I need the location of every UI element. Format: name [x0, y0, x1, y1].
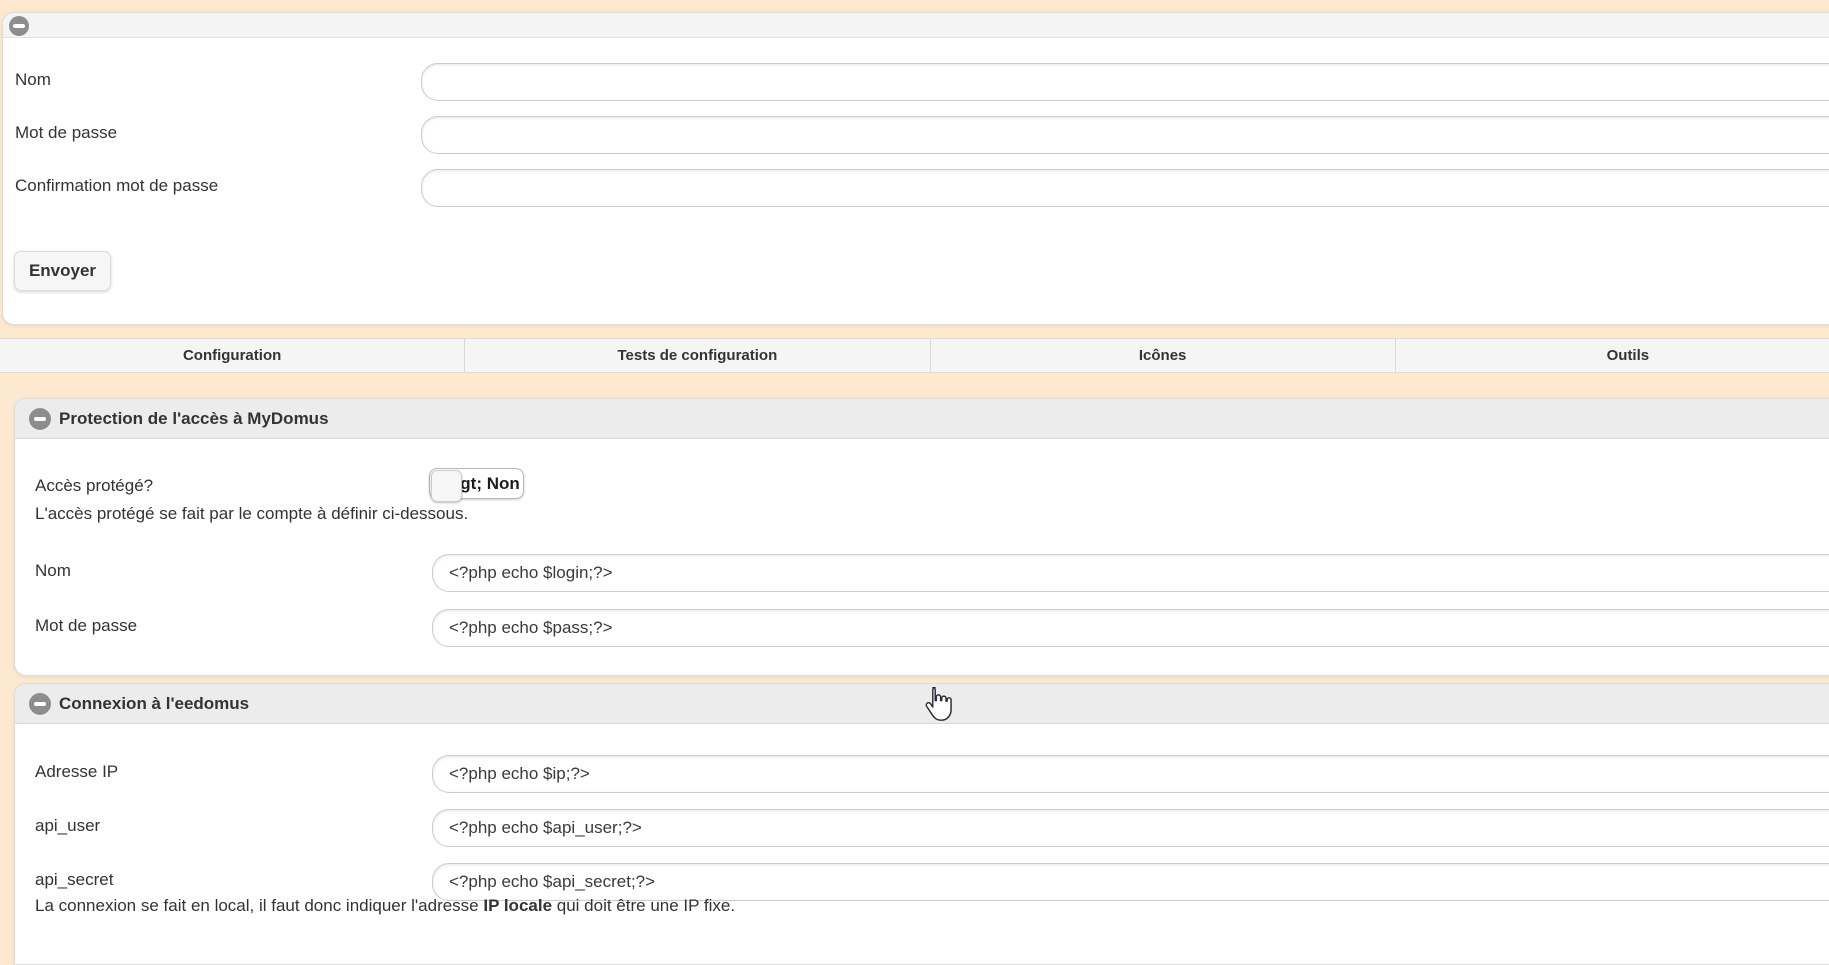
envoyer-button[interactable]: Envoyer: [14, 251, 111, 291]
api-user-input[interactable]: [432, 809, 1829, 847]
confirmation-mot-de-passe-label: Confirmation mot de passe: [15, 167, 218, 205]
acces-protege-toggle[interactable]: &gt; Non: [429, 468, 524, 499]
confirmation-mot-de-passe-input[interactable]: [421, 169, 1829, 207]
login-label: Nom: [35, 552, 71, 590]
collapse-minus-icon: [29, 693, 51, 715]
nom-input[interactable]: [421, 63, 1829, 101]
page: { "colors": { "page_background": "#fce9c…: [0, 0, 1829, 917]
tab-configuration[interactable]: Configuration: [0, 339, 465, 372]
tab-tests-de-configuration[interactable]: Tests de configuration: [465, 339, 930, 372]
connexion-note: La connexion se fait en local, il faut d…: [35, 887, 735, 925]
nom-label: Nom: [15, 61, 51, 99]
connexion-note-post: qui doit être une IP fixe.: [552, 896, 735, 915]
account-form-collapsible-header[interactable]: [3, 13, 1829, 38]
tab-icones[interactable]: Icônes: [931, 339, 1396, 372]
api-user-label: api_user: [35, 807, 100, 845]
mot-de-passe-input[interactable]: [421, 116, 1829, 154]
tab-outils[interactable]: Outils: [1396, 339, 1829, 372]
connexion-note-pre: La connexion se fait en local, il faut d…: [35, 896, 483, 915]
connexion-collapsible-header[interactable]: Connexion à l'eedomus: [15, 684, 1829, 724]
connexion-section: Connexion à l'eedomus Adresse IP api_use…: [14, 683, 1829, 965]
login-input[interactable]: [432, 554, 1829, 592]
password-input[interactable]: [432, 609, 1829, 647]
adresse-ip-label: Adresse IP: [35, 753, 118, 791]
protection-section: Protection de l'accès à MyDomus Accès pr…: [14, 398, 1829, 676]
adresse-ip-input[interactable]: [432, 755, 1829, 793]
mot-de-passe-label: Mot de passe: [15, 114, 117, 152]
collapse-minus-icon: [9, 16, 29, 36]
account-form-panel: Nom Mot de passe Confirmation mot de pas…: [2, 12, 1829, 325]
connexion-note-bold: IP locale: [483, 896, 552, 915]
password-label: Mot de passe: [35, 607, 137, 645]
protection-section-title: Protection de l'accès à MyDomus: [59, 399, 329, 439]
connexion-section-title: Connexion à l'eedomus: [59, 684, 249, 724]
collapse-minus-icon: [29, 408, 51, 430]
protection-collapsible-header[interactable]: Protection de l'accès à MyDomus: [15, 399, 1829, 439]
toggle-handle[interactable]: [431, 470, 462, 502]
tabbar: Configuration Tests de configuration Icô…: [0, 338, 1829, 373]
protection-note: L'accès protégé se fait par le compte à …: [35, 495, 468, 533]
